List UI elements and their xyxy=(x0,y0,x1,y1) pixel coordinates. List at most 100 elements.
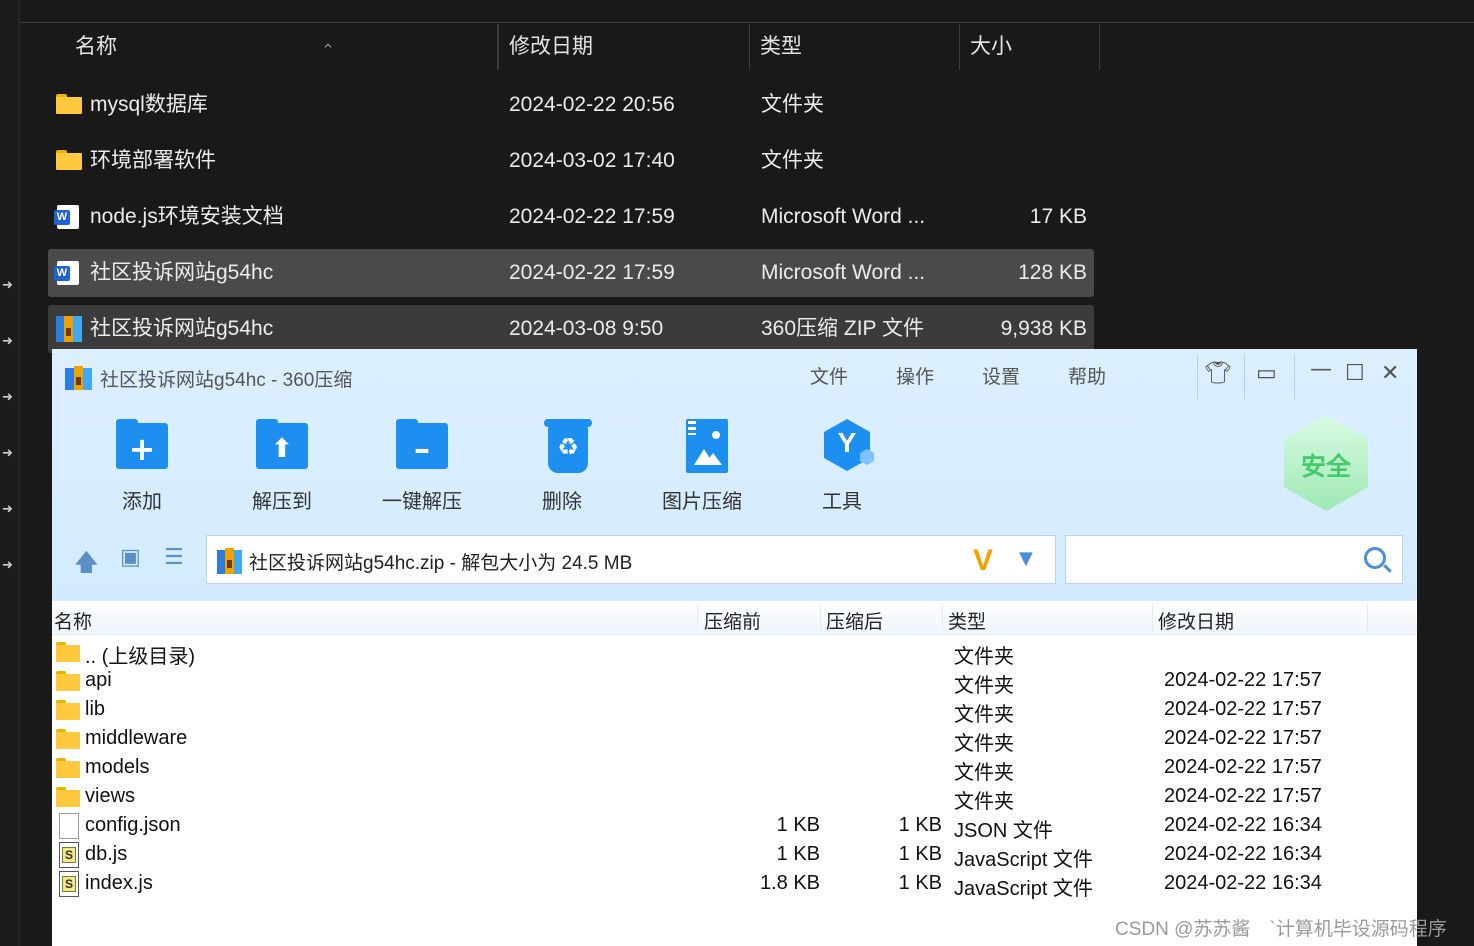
pin-icon[interactable]: ➜ xyxy=(2,334,13,349)
file-size: 17 KB xyxy=(1029,205,1087,228)
item-name: views xyxy=(85,785,136,807)
item-type: 文件夹 xyxy=(954,762,1014,784)
divider xyxy=(942,605,943,631)
item-name: config.json xyxy=(85,814,181,836)
navigation-pane[interactable]: ➜ ➜ ➜ ➜ ➜ ➜ xyxy=(0,0,20,946)
divider xyxy=(820,605,821,631)
item-modified: 2024-02-22 17:57 xyxy=(1164,756,1322,778)
item-modified: 2024-02-22 16:34 xyxy=(1164,872,1322,894)
list-item[interactable]: models 文件夹 2024-02-22 17:57 xyxy=(52,754,1417,784)
search-icon[interactable] xyxy=(1364,547,1386,569)
pin-icon[interactable]: ➜ xyxy=(2,446,13,461)
column-header: 名称 ^ 修改日期 类型 大小 xyxy=(48,24,1100,70)
file-modified: 2024-03-02 17:40 xyxy=(509,149,675,172)
folder-icon xyxy=(56,729,80,749)
folder-icon xyxy=(56,150,82,170)
pin-icon[interactable]: ➜ xyxy=(2,558,13,573)
file-row[interactable]: 环境部署软件 2024-03-02 17:40 文件夹 xyxy=(48,137,1094,185)
menu-settings[interactable]: 设置 xyxy=(982,362,1020,389)
pin-icon[interactable]: ➜ xyxy=(2,390,13,405)
folder-icon xyxy=(56,671,80,691)
item-modified: 2024-02-22 16:34 xyxy=(1164,814,1322,836)
item-modified: 2024-02-22 17:57 xyxy=(1164,698,1322,720)
file-type: 文件夹 xyxy=(761,93,824,116)
list-item[interactable]: middleware 文件夹 2024-02-22 17:57 xyxy=(52,725,1417,755)
list-view-icon[interactable]: ☰ xyxy=(164,545,184,570)
file-type: Microsoft Word ... xyxy=(761,205,926,228)
menu-help[interactable]: 帮助 xyxy=(1068,362,1106,389)
item-modified: 2024-02-22 16:34 xyxy=(1164,843,1322,865)
vip-v-icon[interactable]: V xyxy=(973,544,993,578)
feedback-icon[interactable]: ▭ xyxy=(1256,361,1277,386)
file-icon xyxy=(59,813,79,839)
minimize-icon[interactable]: — xyxy=(1310,357,1332,382)
divider xyxy=(1294,355,1295,399)
chevron-down-icon[interactable]: ▼ xyxy=(1019,548,1033,569)
add-folder-icon: + xyxy=(116,419,172,475)
item-after-size: 1 KB xyxy=(898,872,942,894)
menu-file[interactable]: 文件 xyxy=(810,362,848,389)
search-input[interactable] xyxy=(1065,535,1403,584)
divider xyxy=(1367,605,1368,631)
thumbnail-view-icon[interactable]: ▣ xyxy=(120,545,141,570)
column-before[interactable]: 压缩前 xyxy=(704,607,761,634)
file-type: 360压缩 ZIP 文件 xyxy=(761,317,924,340)
watermark-text: CSDN @苏苏酱 `计算机毕设源码程序 xyxy=(1115,919,1447,940)
list-item[interactable]: config.json 1 KB 1 KB JSON 文件 2024-02-22… xyxy=(52,812,1417,842)
item-modified: 2024-02-22 17:57 xyxy=(1164,727,1322,749)
file-name: 社区投诉网站g54hc xyxy=(90,317,274,340)
recycle-bin-icon: ♻ xyxy=(536,419,592,475)
item-name: .. (上级目录) xyxy=(85,646,195,668)
column-modified[interactable]: 修改日期 xyxy=(498,24,750,70)
address-bar[interactable]: 社区投诉网站g54hc.zip - 解包大小为 24.5 MB V ▼ xyxy=(206,535,1056,584)
close-icon[interactable]: ✕ xyxy=(1381,361,1399,386)
up-level-icon[interactable]: 🡅 xyxy=(74,545,99,586)
image-compress-icon xyxy=(676,419,732,475)
folder-icon xyxy=(56,700,80,720)
column-size[interactable]: 大小 xyxy=(960,24,1100,70)
item-type: JavaScript 文件 xyxy=(954,878,1093,900)
column-type[interactable]: 类型 xyxy=(948,607,986,634)
item-name: models xyxy=(85,756,150,778)
folder-icon xyxy=(56,94,82,114)
zip-archive-icon xyxy=(217,548,243,574)
address-text: 社区投诉网站g54hc.zip - 解包大小为 24.5 MB xyxy=(249,553,633,574)
window-title: 社区投诉网站g54hc - 360压缩 xyxy=(100,370,353,391)
maximize-icon[interactable]: ☐ xyxy=(1345,361,1365,386)
item-type: 文件夹 xyxy=(954,733,1014,755)
item-type: JSON 文件 xyxy=(954,820,1053,842)
column-after[interactable]: 压缩后 xyxy=(826,607,883,634)
file-name: mysql数据库 xyxy=(90,93,208,116)
word-doc-icon: W xyxy=(54,261,79,285)
file-modified: 2024-02-22 17:59 xyxy=(509,261,675,284)
file-type: 文件夹 xyxy=(761,149,824,172)
list-item[interactable]: lib 文件夹 2024-02-22 17:57 xyxy=(52,696,1417,726)
pin-icon[interactable]: ➜ xyxy=(2,502,13,517)
file-modified: 2024-02-22 20:56 xyxy=(509,93,675,116)
item-before-size: 1 KB xyxy=(776,843,820,865)
file-row[interactable]: W node.js环境安装文档 2024-02-22 17:59 Microso… xyxy=(48,193,1094,241)
list-item[interactable]: S index.js 1.8 KB 1 KB JavaScript 文件 202… xyxy=(52,870,1417,900)
file-row[interactable]: 社区投诉网站g54hc 2024-03-08 9:50 360压缩 ZIP 文件… xyxy=(48,305,1094,353)
column-name[interactable]: 名称 xyxy=(54,607,92,634)
file-name: 环境部署软件 xyxy=(90,149,216,172)
column-name[interactable]: 名称 xyxy=(65,24,498,70)
add-label: 添加 xyxy=(122,491,162,513)
column-modified[interactable]: 修改日期 xyxy=(1158,607,1234,634)
one-click-extract-label: 一键解压 xyxy=(382,491,462,513)
file-row[interactable]: mysql数据库 2024-02-22 20:56 文件夹 xyxy=(48,81,1094,129)
js-file-icon: S xyxy=(59,842,79,868)
menu-operate[interactable]: 操作 xyxy=(896,362,934,389)
one-click-extract-icon: – xyxy=(396,419,452,475)
list-item[interactable]: views 文件夹 2024-02-22 17:57 xyxy=(52,783,1417,813)
file-row-selected[interactable]: W 社区投诉网站g54hc 2024-02-22 17:59 Microsoft… xyxy=(48,249,1094,297)
item-name: api xyxy=(85,669,112,691)
list-item[interactable]: .. (上级目录) 文件夹 xyxy=(52,638,1417,668)
pin-icon[interactable]: ➜ xyxy=(2,278,13,293)
column-type[interactable]: 类型 xyxy=(750,24,960,70)
item-name: lib xyxy=(85,698,106,720)
skin-shirt-icon[interactable]: 👕︎ xyxy=(1204,361,1232,386)
list-item[interactable]: api 文件夹 2024-02-22 17:57 xyxy=(52,667,1417,697)
delete-label: 删除 xyxy=(542,491,582,513)
list-item[interactable]: S db.js 1 KB 1 KB JavaScript 文件 2024-02-… xyxy=(52,841,1417,871)
